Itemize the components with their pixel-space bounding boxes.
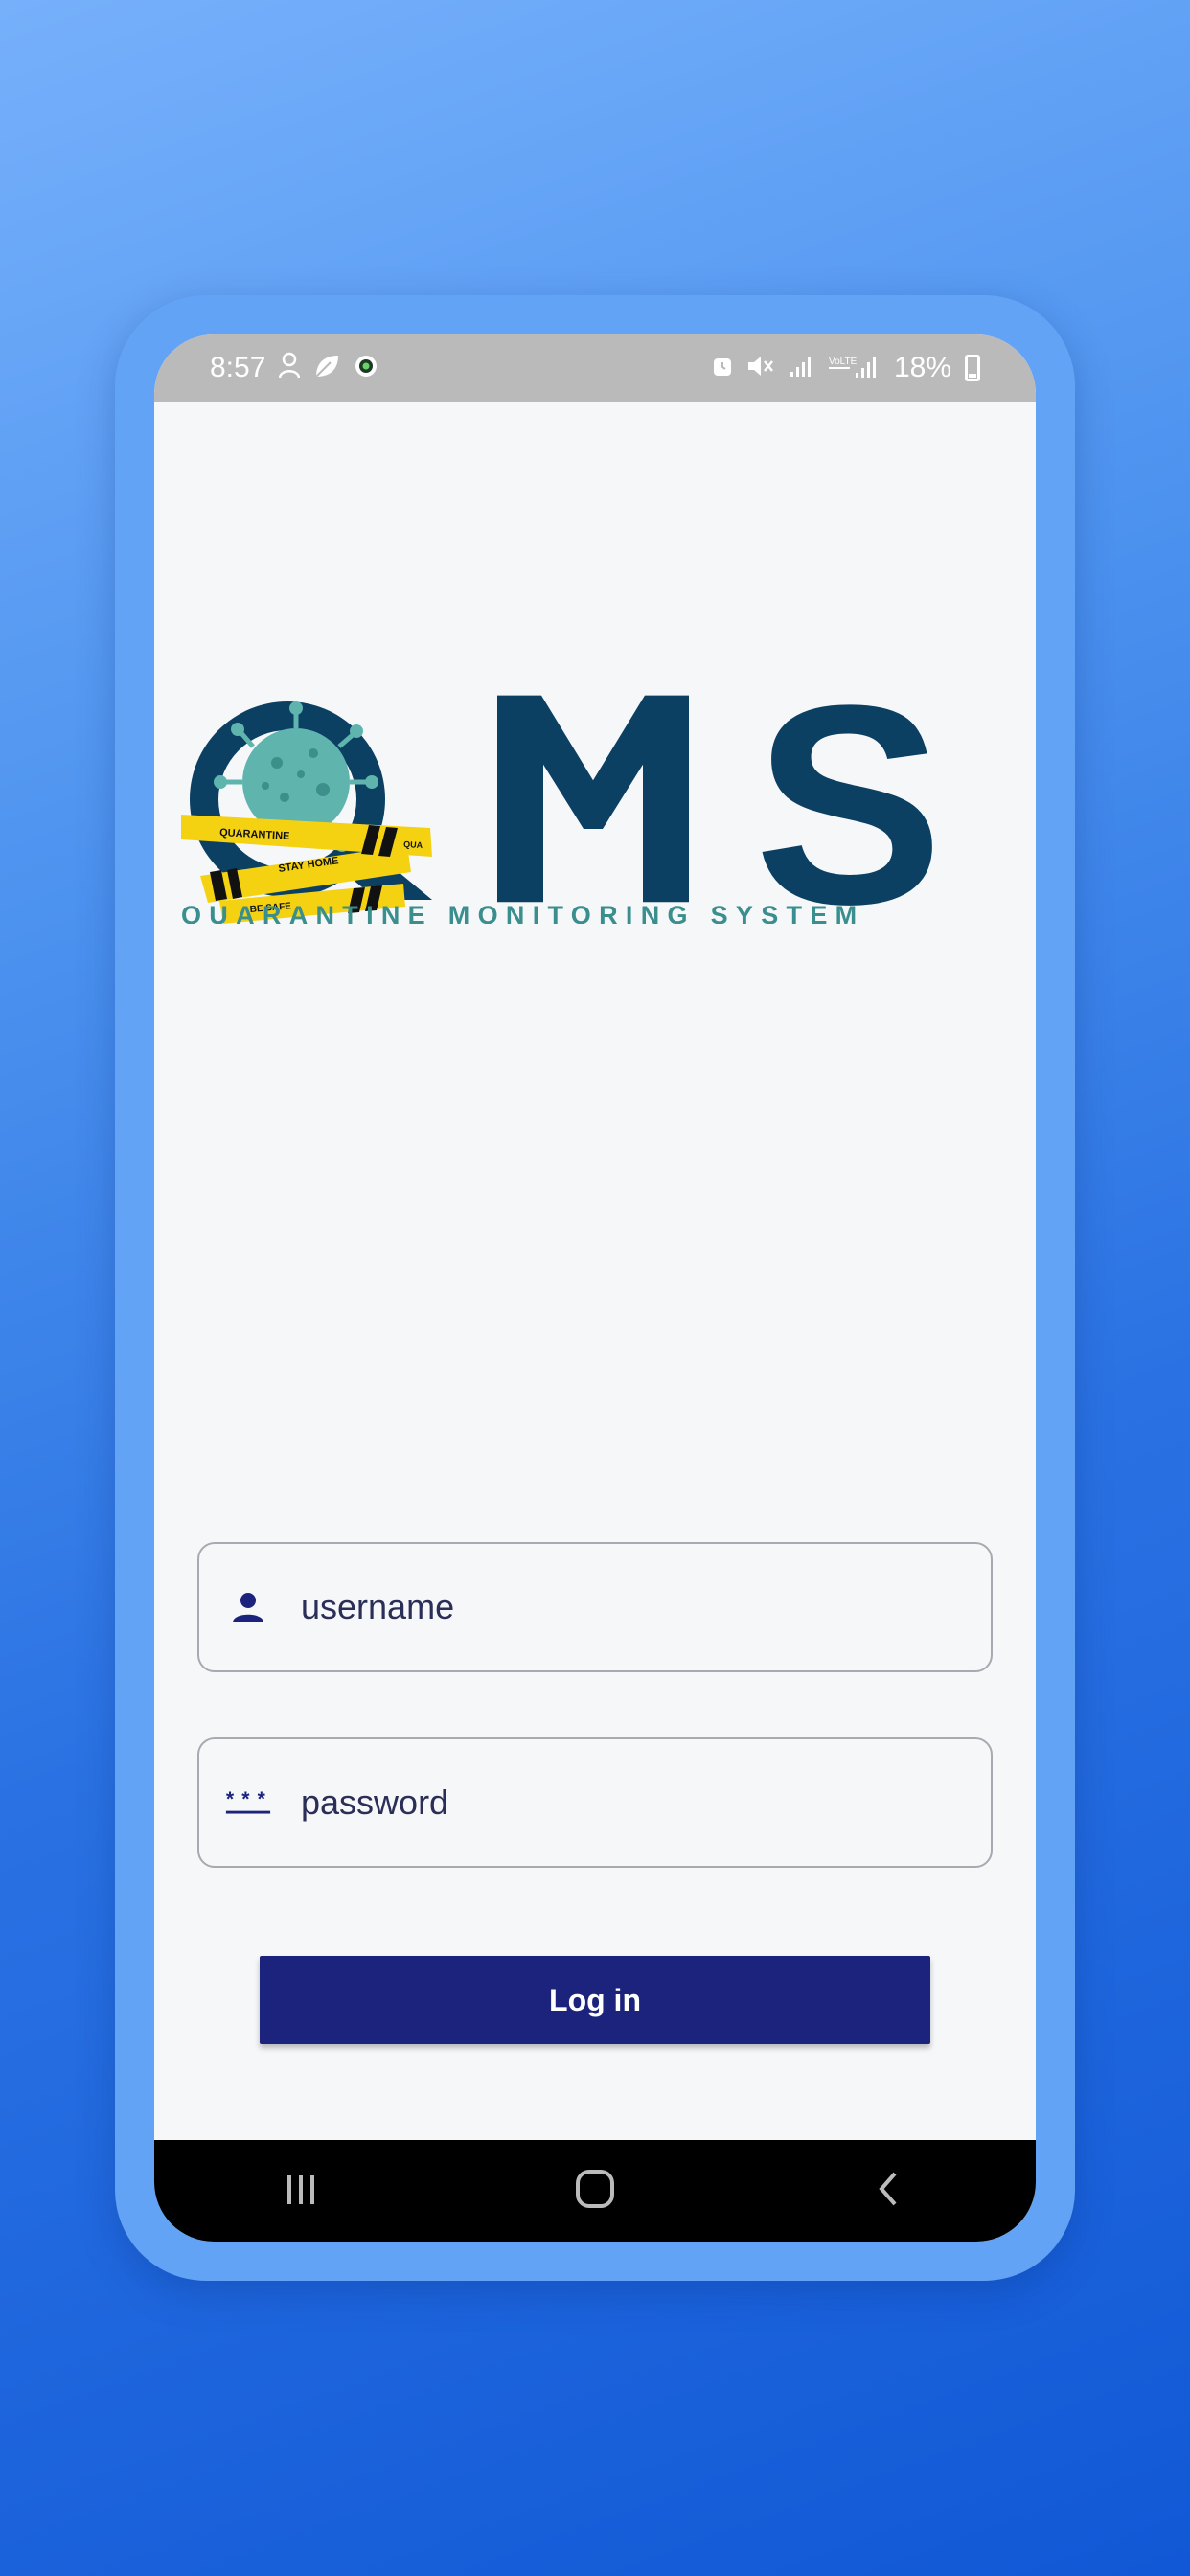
svg-text:*: * <box>258 1788 266 1810</box>
status-bar: 8:57 VoLTE 18% <box>154 334 1036 402</box>
recents-button[interactable] <box>263 2152 339 2229</box>
tape-qua: QUA <box>403 840 423 850</box>
battery-percent: 18% <box>893 352 951 383</box>
leaf-icon <box>313 353 340 383</box>
signal-icon <box>789 355 815 381</box>
navigation-bar <box>154 2140 1036 2242</box>
password-field[interactable]: * * * <box>197 1737 993 1868</box>
qms-logo: QUARANTINE QUA STAY HOME BE SAFE S QUARA… <box>181 694 943 924</box>
username-field[interactable] <box>197 1542 993 1672</box>
password-icon: * * * <box>224 1779 272 1827</box>
recents-icon <box>282 2170 320 2213</box>
svg-text:*: * <box>241 1788 250 1810</box>
username-input[interactable] <box>299 1544 972 1670</box>
logo-letter-s: S <box>754 694 943 924</box>
back-icon <box>870 2170 908 2213</box>
account-icon <box>279 352 301 384</box>
status-time: 8:57 <box>210 352 266 383</box>
password-input[interactable] <box>299 1739 972 1866</box>
alarm-icon <box>712 355 733 381</box>
login-button[interactable]: Log in <box>260 1956 930 2044</box>
battery-icon <box>965 355 980 381</box>
status-bar-right: VoLTE 18% <box>712 352 980 384</box>
back-button[interactable] <box>851 2152 927 2229</box>
phone-screen: 8:57 VoLTE 18% QUARANTINE QUA STAY HOME … <box>154 334 1036 2242</box>
phone-frame: 8:57 VoLTE 18% QUARANTINE QUA STAY HOME … <box>115 295 1075 2281</box>
svg-text:VoLTE: VoLTE <box>829 356 858 367</box>
logo-tagline: QUARANTINE MONITORING SYSTEM <box>181 901 864 924</box>
home-icon <box>574 2168 616 2215</box>
person-icon <box>224 1583 272 1631</box>
login-form: * * * <box>197 1542 993 1868</box>
volte-signal-icon: VoLTE <box>828 354 881 382</box>
home-button[interactable] <box>557 2152 633 2229</box>
mute-icon <box>746 354 775 382</box>
record-icon <box>354 354 378 382</box>
logo-letter-m <box>497 695 689 903</box>
status-bar-left: 8:57 <box>210 352 378 384</box>
svg-text:*: * <box>226 1788 235 1810</box>
